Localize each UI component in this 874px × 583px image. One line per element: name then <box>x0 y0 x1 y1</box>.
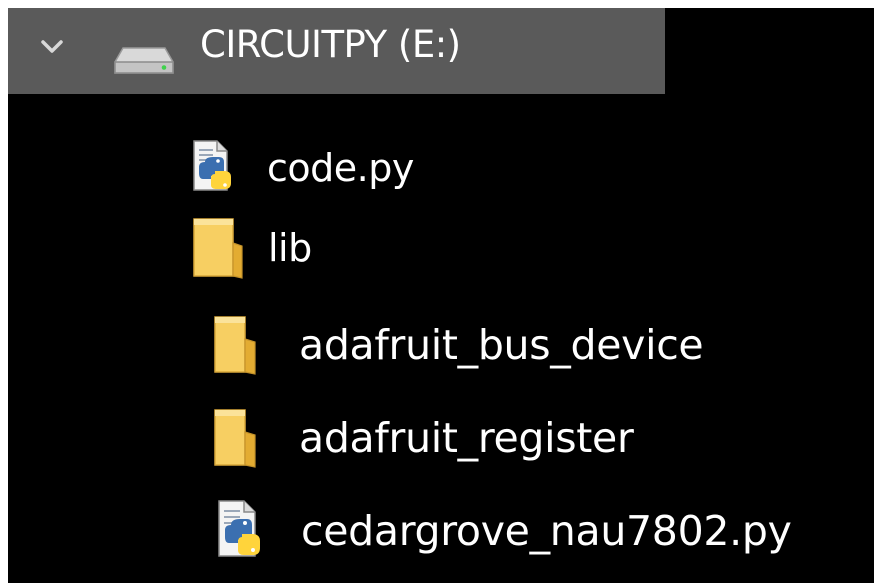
file-explorer-tree: CIRCUITPY (E:) code.py lib adafruit_bus_… <box>8 8 874 583</box>
python-file-icon <box>218 500 260 557</box>
drive-label: CIRCUITPY (E:) <box>200 23 461 66</box>
folder-icon <box>193 218 243 279</box>
tree-item-cedargrove-nau7802-py[interactable]: cedargrove_nau7802.py <box>216 500 856 562</box>
tree-item-lib[interactable]: lib <box>191 217 351 279</box>
tree-item-label: code.py <box>267 146 414 190</box>
tree-item-label: cedargrove_nau7802.py <box>301 507 792 555</box>
drive-icon <box>114 47 174 74</box>
tree-item-label: lib <box>268 226 312 270</box>
tree-item-code-py[interactable]: code.py <box>191 140 451 196</box>
folder-icon <box>214 409 256 468</box>
tree-item-adafruit-register[interactable]: adafruit_register <box>212 408 692 470</box>
tree-item-label: adafruit_register <box>299 414 634 462</box>
folder-icon <box>214 316 256 375</box>
drive-row-circuitpy[interactable]: CIRCUITPY (E:) <box>8 8 665 94</box>
python-file-icon <box>193 140 231 191</box>
tree-item-adafruit-bus-device[interactable]: adafruit_bus_device <box>212 315 772 375</box>
tree-item-label: adafruit_bus_device <box>299 321 704 369</box>
chevron-down-icon[interactable] <box>40 38 64 56</box>
